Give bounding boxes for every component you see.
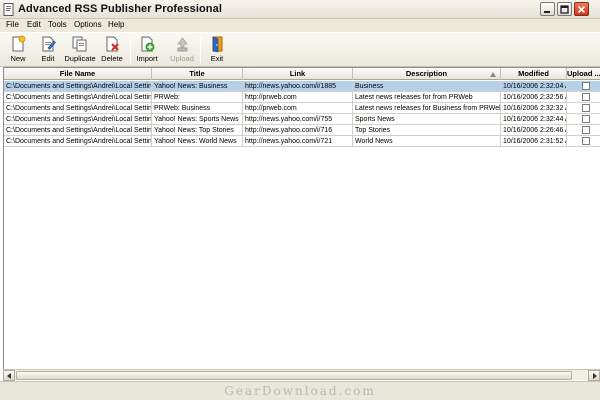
cell-link: http://prweb.com <box>243 92 353 103</box>
upload-label: Upload <box>170 54 194 63</box>
cell-description: World News <box>353 136 501 147</box>
horizontal-scrollbar[interactable] <box>3 369 600 381</box>
cell-modified: 10/16/2006 2:32:04 A <box>503 81 567 92</box>
cell-modified: 10/16/2006 2:31:52 A <box>503 136 567 147</box>
import-label: Import <box>136 54 158 63</box>
cell-modified: 10/16/2006 2:32:56 A <box>503 92 567 103</box>
toolbar-separator <box>200 37 201 63</box>
table-row[interactable]: C:\Documents and Settings\Andrei\Local S… <box>4 114 600 125</box>
upload-checkbox[interactable] <box>582 126 590 134</box>
cell-link: http://news.yahoo.com/i/755 <box>243 114 353 125</box>
menu-tools[interactable]: Tools <box>48 20 67 29</box>
cell-file-name: C:\Documents and Settings\Andrei\Local S… <box>6 81 152 92</box>
window-title: Advanced RSS Publisher Professional <box>18 3 223 15</box>
upload-icon <box>177 37 188 52</box>
cell-title: PRWeb: <box>152 92 243 103</box>
menu-help[interactable]: Help <box>108 20 124 29</box>
edit-button[interactable]: Edit <box>34 35 62 65</box>
table-row[interactable]: C:\Documents and Settings\Andrei\Local S… <box>4 81 600 92</box>
cell-modified: 10/16/2006 2:32:44 A <box>503 114 567 125</box>
menu-file[interactable]: File <box>6 20 19 29</box>
maximize-button[interactable] <box>557 2 572 16</box>
arrow-right-icon <box>593 373 597 379</box>
cell-modified: 10/16/2006 2:32:32 A <box>503 103 567 114</box>
toolbar: New Edit Duplicate Delete Import Upload … <box>0 32 600 67</box>
rss-feed-table[interactable]: File Name Title Link Description Modifie… <box>3 67 600 369</box>
import-button[interactable]: Import <box>134 35 160 65</box>
scrollbar-thumb[interactable] <box>16 371 572 380</box>
upload-checkbox[interactable] <box>582 104 590 112</box>
scroll-right-button[interactable] <box>588 370 600 381</box>
duplicate-button[interactable]: Duplicate <box>63 35 97 65</box>
menu-bar: File Edit Tools Options Help <box>0 19 600 32</box>
exit-label: Exit <box>210 54 224 63</box>
scroll-left-button[interactable] <box>3 370 15 381</box>
delete-document-icon <box>106 36 119 52</box>
cell-description: Latest news releases for from PRWeb <box>353 92 501 103</box>
edit-label: Edit <box>41 54 55 63</box>
duplicate-label: Duplicate <box>64 54 96 63</box>
menu-edit[interactable]: Edit <box>27 20 41 29</box>
close-button[interactable] <box>574 2 589 16</box>
cell-link: http://news.yahoo.com/i/1885 <box>243 81 353 92</box>
new-label: New <box>10 54 26 63</box>
app-document-icon <box>3 3 14 16</box>
sort-icon <box>490 72 496 77</box>
cell-link: http://prweb.com <box>243 103 353 114</box>
column-header-file-name[interactable]: File Name <box>4 68 152 80</box>
cell-modified: 10/16/2006 2:26:46 A <box>503 125 567 136</box>
cell-description: Business <box>353 81 501 92</box>
exit-door-icon <box>212 36 223 53</box>
arrow-left-icon <box>7 373 11 379</box>
new-button[interactable]: New <box>4 35 32 65</box>
status-bar: GearDownload.com <box>0 381 600 400</box>
maximize-icon <box>560 5 569 14</box>
cell-description: Latest news releases for Business from P… <box>355 103 501 114</box>
cell-file-name: C:\Documents and Settings\Andrei\Local S… <box>6 92 152 103</box>
column-header-description[interactable]: Description <box>353 68 501 80</box>
table-row[interactable]: C:\Documents and Settings\Andrei\Local S… <box>4 103 600 114</box>
table-row[interactable]: C:\Documents and Settings\Andrei\Local S… <box>4 125 600 136</box>
close-icon <box>577 5 586 14</box>
cell-file-name: C:\Documents and Settings\Andrei\Local S… <box>6 125 152 136</box>
upload-checkbox[interactable] <box>582 115 590 123</box>
cell-title: Yahoo! News: Sports News <box>152 114 243 125</box>
duplicate-documents-icon <box>72 36 87 52</box>
table-header: File Name Title Link Description Modifie… <box>4 68 600 80</box>
cell-description: Sports News <box>353 114 501 125</box>
table-row[interactable]: C:\Documents and Settings\Andrei\Local S… <box>4 136 600 147</box>
import-icon <box>141 36 155 52</box>
cell-file-name: C:\Documents and Settings\Andrei\Local S… <box>6 136 152 147</box>
upload-checkbox[interactable] <box>582 137 590 145</box>
edit-document-icon <box>42 36 56 52</box>
cell-title: PRWeb: Business <box>152 103 243 114</box>
cell-title: Yahoo! News: World News <box>152 136 243 147</box>
exit-button[interactable]: Exit <box>204 35 230 65</box>
cell-link: http://news.yahoo.com/i/721 <box>243 136 353 147</box>
column-header-modified[interactable]: Modified <box>501 68 567 80</box>
title-bar: Advanced RSS Publisher Professional <box>0 0 600 19</box>
cell-link: http://news.yahoo.com/i/716 <box>243 125 353 136</box>
minimize-button[interactable] <box>540 2 555 16</box>
delete-button[interactable]: Delete <box>98 35 126 65</box>
cell-file-name: C:\Documents and Settings\Andrei\Local S… <box>6 114 152 125</box>
cell-title: Yahoo! News: Business <box>152 81 243 92</box>
upload-checkbox[interactable] <box>582 82 590 90</box>
column-header-upload[interactable]: Upload ... <box>567 68 600 80</box>
table-row[interactable]: C:\Documents and Settings\Andrei\Local S… <box>4 92 600 103</box>
column-header-link[interactable]: Link <box>243 68 353 80</box>
delete-label: Delete <box>101 54 123 63</box>
new-document-icon <box>12 35 26 52</box>
upload-button[interactable]: Upload <box>168 35 196 65</box>
column-header-title[interactable]: Title <box>152 68 243 80</box>
watermark: GearDownload.com <box>224 384 376 398</box>
description-header-label: Description <box>405 69 448 78</box>
menu-options[interactable]: Options <box>74 20 102 29</box>
minimize-icon <box>544 11 550 13</box>
cell-file-name: C:\Documents and Settings\Andrei\Local S… <box>6 103 152 114</box>
cell-description: Top Stories <box>353 125 501 136</box>
cell-title: Yahoo! News: Top Stories <box>152 125 243 136</box>
toolbar-separator <box>130 37 131 63</box>
upload-checkbox[interactable] <box>582 93 590 101</box>
